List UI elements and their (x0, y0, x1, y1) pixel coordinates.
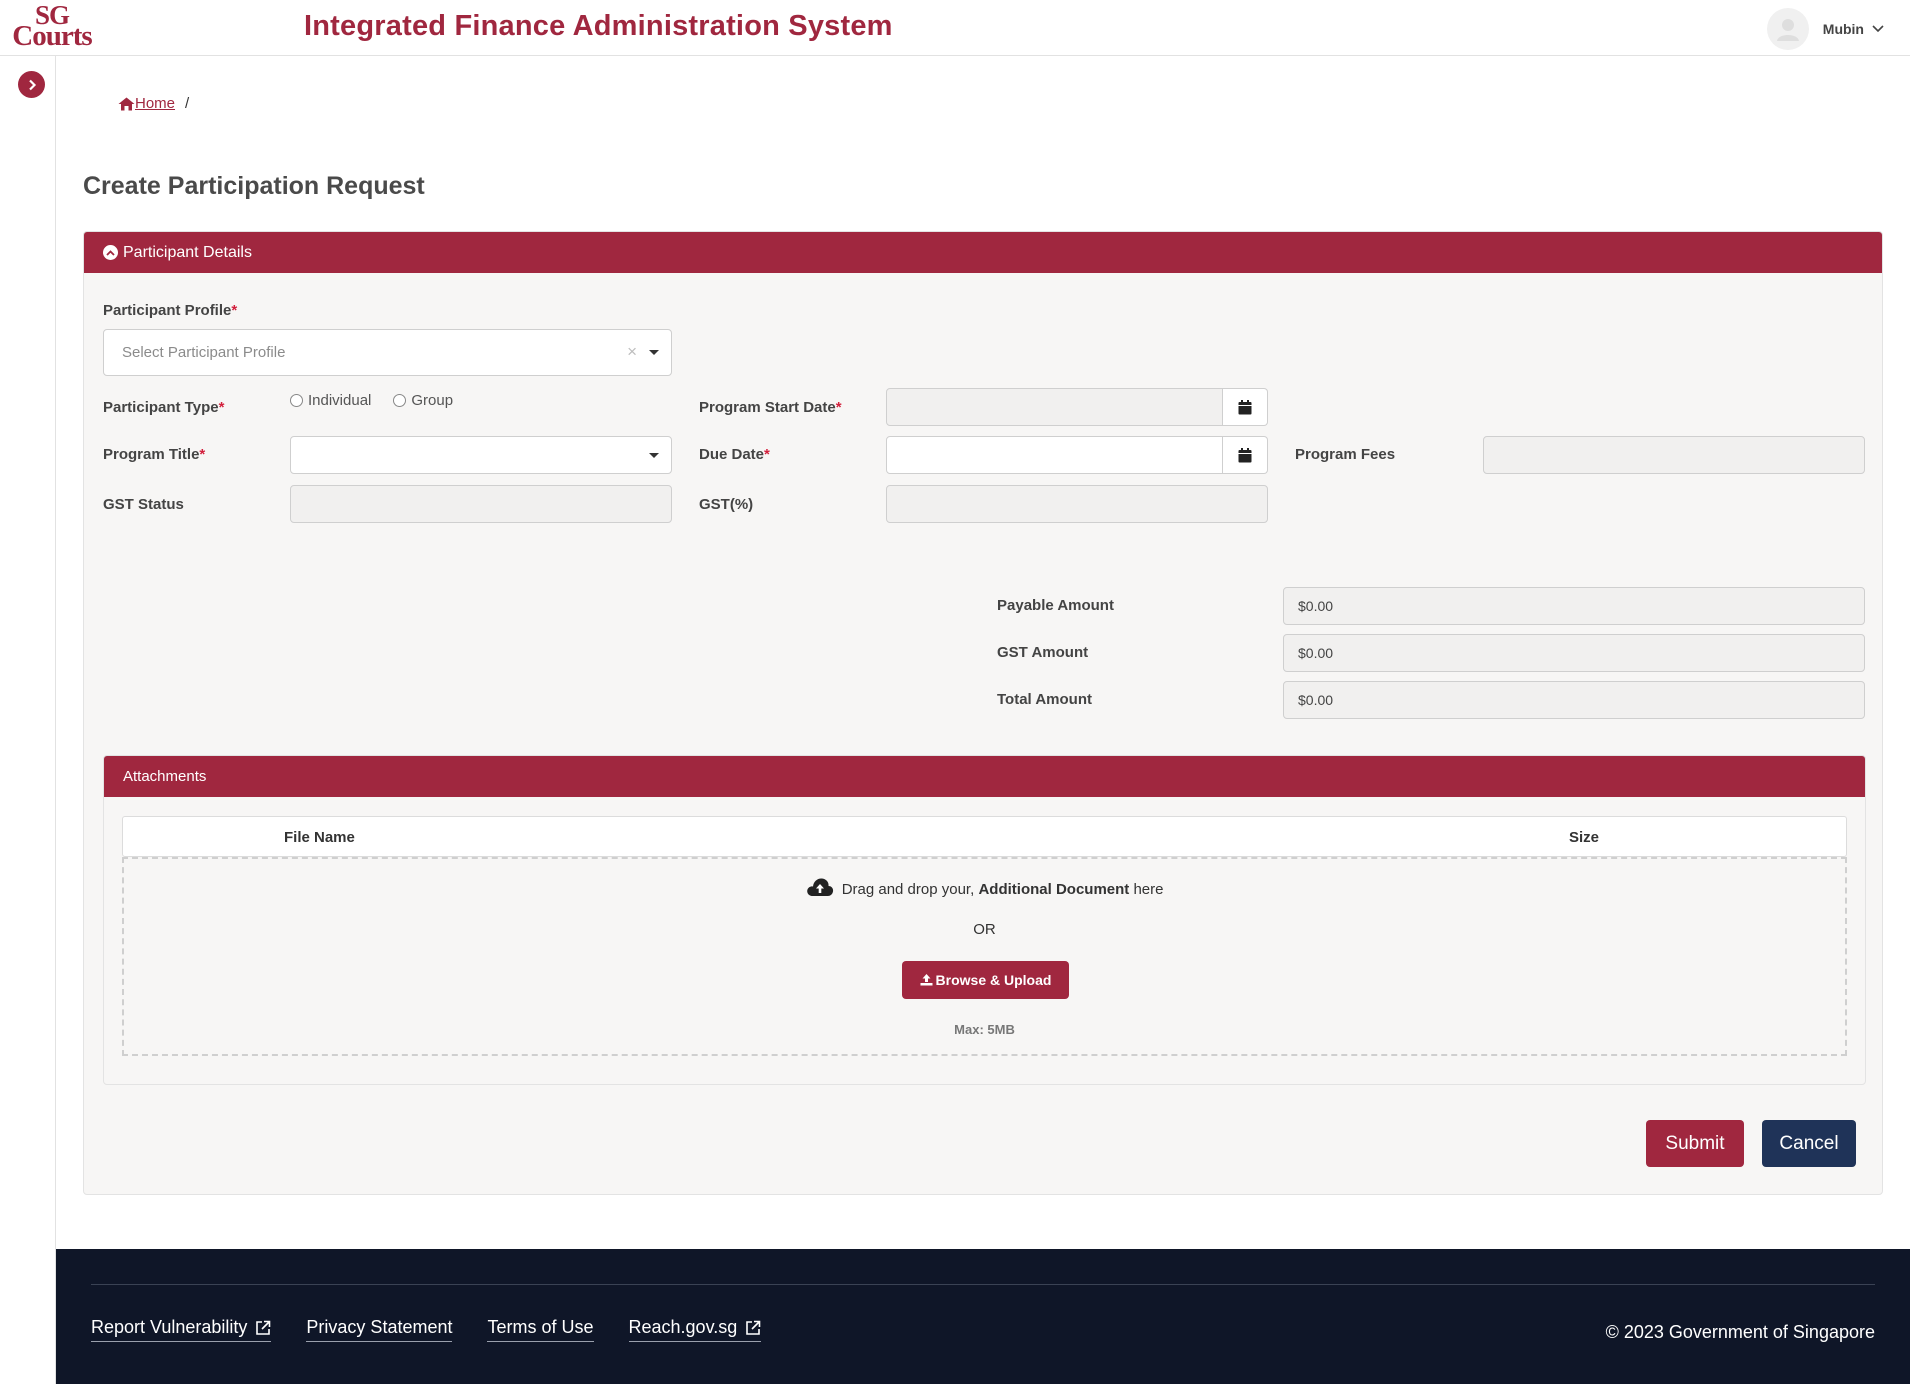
radio-group[interactable] (393, 394, 407, 407)
user-icon (1776, 19, 1799, 41)
payable-amount-label: Payable Amount (997, 597, 1114, 614)
due-date-input[interactable] (886, 436, 1223, 474)
participant-profile-label: Participant Profile* (103, 302, 237, 319)
caret-down-icon[interactable] (649, 350, 659, 355)
gst-status-input[interactable] (290, 485, 672, 523)
dropzone-instructions: Drag and drop your, Additional Document … (124, 877, 1845, 898)
column-size: Size (1569, 829, 1600, 846)
caret-down-icon[interactable] (649, 453, 659, 458)
footer-link-reach-gov-sg[interactable]: Reach.gov.sg (628, 1317, 762, 1342)
participant-details-title: Participant Details (123, 243, 252, 261)
gst-amount-label: GST Amount (997, 644, 1089, 661)
program-fees-input[interactable] (1483, 436, 1865, 474)
user-menu[interactable]: Mubin (1766, 8, 1884, 50)
participant-details-panel: Participant Details Participant Profile*… (83, 231, 1883, 1195)
program-fees-label: Program Fees (1295, 446, 1396, 463)
user-name[interactable]: Mubin (1823, 21, 1864, 37)
participant-type-radio-group: Individual Group (290, 392, 475, 409)
participant-details-header[interactable]: Participant Details (84, 232, 1882, 273)
due-date-calendar-button[interactable] (1223, 436, 1268, 474)
program-start-date-calendar-button[interactable] (1223, 388, 1268, 426)
footer-link-report-vulnerability[interactable]: Report Vulnerability (91, 1317, 272, 1342)
cancel-button[interactable]: Cancel (1762, 1120, 1856, 1167)
clear-icon[interactable]: × (627, 342, 637, 362)
required-mark: * (231, 302, 238, 319)
breadcrumb: Home / (118, 95, 189, 112)
submit-button[interactable]: Submit (1646, 1120, 1744, 1167)
footer-link-privacy-statement[interactable]: Privacy Statement (306, 1317, 453, 1342)
breadcrumb-home-label: Home (135, 95, 176, 112)
footer-link-terms-of-use[interactable]: Terms of Use (487, 1317, 594, 1342)
participant-profile-select[interactable]: Select Participant Profile × (103, 329, 672, 376)
external-link-icon (745, 1320, 761, 1336)
logo-line-2: Courts (12, 20, 92, 52)
footer-link-label: Terms of Use (487, 1317, 594, 1337)
calendar-icon (1238, 447, 1252, 462)
required-mark: * (199, 446, 206, 463)
required-mark: * (835, 399, 842, 416)
total-amount-field: $0.00 (1283, 681, 1865, 719)
or-divider: OR (973, 921, 996, 938)
sidebar (0, 56, 56, 1384)
chevron-up-icon[interactable] (103, 245, 118, 260)
drop-text-suffix: here (1133, 881, 1164, 898)
external-link-icon (255, 1320, 271, 1336)
payable-amount-field: $0.00 (1283, 587, 1865, 625)
user-avatar[interactable] (1766, 8, 1809, 50)
gst-percent-input[interactable] (886, 485, 1268, 523)
cloud-upload-icon (806, 878, 833, 896)
browse-upload-label: Browse & Upload (935, 972, 1052, 988)
page-title: Create Participation Request (83, 172, 425, 200)
due-date-label-text: Due Date (699, 446, 765, 463)
breadcrumb-separator: / (185, 95, 190, 112)
footer: Report Vulnerability Privacy Statement T… (56, 1249, 1910, 1384)
footer-link-label: Privacy Statement (306, 1317, 453, 1337)
sidebar-toggle-button[interactable] (18, 71, 45, 98)
drop-text-bold: Additional Document (978, 881, 1130, 898)
copyright: © 2023 Government of Singapore (1605, 1322, 1875, 1342)
participant-profile-label-text: Participant Profile (103, 302, 232, 319)
program-title-label: Program Title* (103, 446, 205, 463)
app-title: Integrated Finance Administration System (304, 10, 893, 42)
column-file-name: File Name (284, 829, 355, 846)
gst-percent-label: GST(%) (699, 496, 754, 513)
top-header: SG Courts Integrated Finance Administrat… (0, 0, 1910, 56)
radio-individual-label[interactable]: Individual (308, 392, 371, 409)
file-dropzone[interactable]: Drag and drop your, Additional Document … (122, 857, 1847, 1056)
file-table-header: File Name Size (122, 816, 1847, 857)
upload-icon (920, 974, 933, 986)
program-start-date-label-text: Program Start Date (699, 399, 836, 416)
footer-divider (91, 1284, 1875, 1285)
gst-amount-field: $0.00 (1283, 634, 1865, 672)
attachments-header: Attachments (104, 756, 1865, 797)
max-size-note: Max: 5MB (954, 1022, 1015, 1037)
due-date-label: Due Date* (699, 446, 770, 463)
attachments-panel: Attachments File Name Size Drag and drop… (103, 755, 1866, 1085)
browse-upload-button[interactable]: Browse & Upload (902, 961, 1069, 999)
drop-text-prefix: Drag and drop your, (841, 881, 975, 898)
sg-courts-logo[interactable]: SG Courts (6, 2, 98, 52)
required-mark: * (764, 446, 770, 463)
calendar-icon (1238, 399, 1252, 414)
program-title-label-text: Program Title (103, 446, 200, 463)
chevron-right-icon (28, 79, 36, 90)
footer-link-label: Reach.gov.sg (628, 1317, 738, 1337)
participant-type-label: Participant Type* (103, 399, 224, 416)
total-amount-label: Total Amount (997, 691, 1092, 708)
chevron-down-icon[interactable] (1872, 25, 1884, 33)
participant-type-label-text: Participant Type (103, 399, 219, 416)
home-icon (118, 97, 135, 110)
program-start-date-label: Program Start Date* (699, 399, 842, 416)
gst-status-label: GST Status (103, 496, 184, 513)
program-start-date-input[interactable] (886, 388, 1223, 426)
footer-link-label: Report Vulnerability (91, 1317, 248, 1337)
required-mark: * (218, 399, 225, 416)
radio-group-label[interactable]: Group (411, 392, 453, 409)
breadcrumb-home-link[interactable]: Home (118, 95, 175, 112)
radio-individual[interactable] (290, 394, 303, 407)
participant-profile-placeholder: Select Participant Profile (122, 344, 286, 361)
program-title-select[interactable] (290, 436, 672, 474)
footer-links: Report Vulnerability Privacy Statement T… (91, 1317, 796, 1342)
